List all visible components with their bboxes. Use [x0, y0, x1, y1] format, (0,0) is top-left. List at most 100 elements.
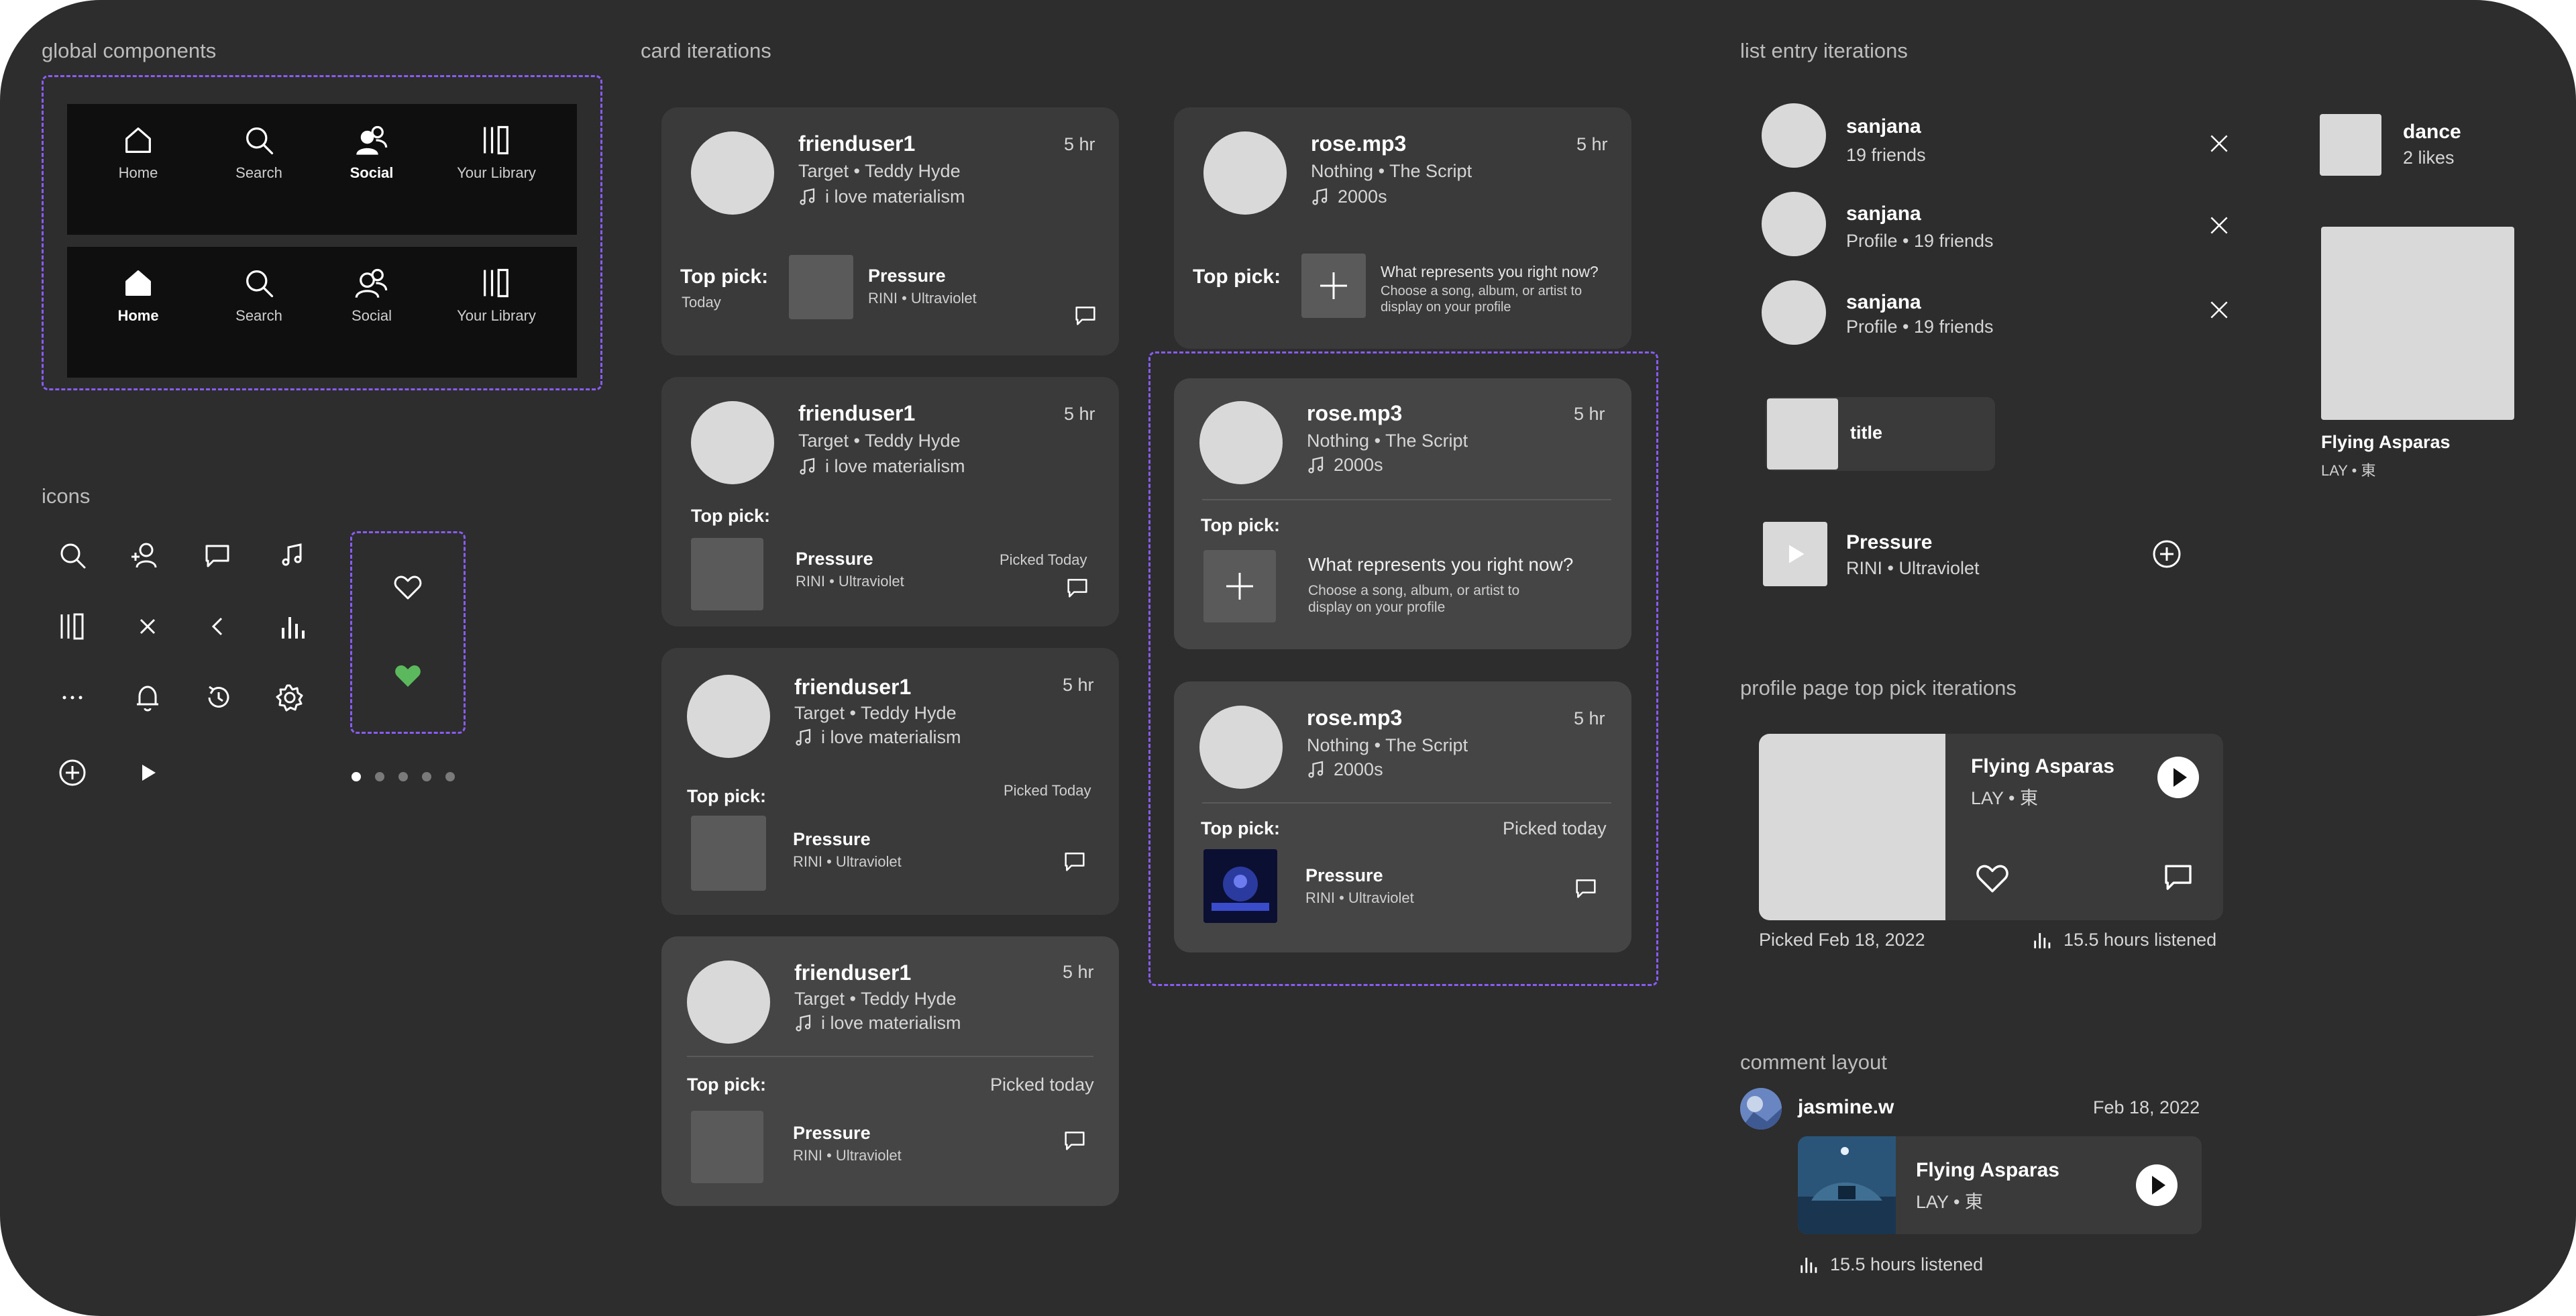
status-text: 2000s [1334, 759, 1383, 779]
album-thumb [789, 255, 853, 319]
status-text: 2000s [1338, 186, 1387, 207]
track-info: Target • Teddy Hyde [794, 703, 957, 723]
pagination-dot[interactable] [422, 772, 431, 781]
album-thumb [691, 538, 763, 610]
activity-card[interactable]: frienduser1 5 hr Target • Teddy Hyde i l… [661, 936, 1119, 1206]
nav-library[interactable]: Your Library [429, 104, 564, 182]
comment-icon[interactable] [1061, 848, 1088, 875]
avatar [1762, 192, 1826, 256]
status-text: i love materialism [821, 1013, 961, 1033]
album-art-image [1203, 849, 1277, 923]
track-info: Target • Teddy Hyde [798, 161, 961, 181]
activity-card[interactable]: frienduser1 5 hr Target • Teddy Hyde i l… [661, 377, 1119, 626]
comment-date: Feb 18, 2022 [2093, 1097, 2200, 1117]
play-button[interactable] [2136, 1164, 2178, 1206]
entry-thumb [1767, 398, 1838, 470]
comment-icon[interactable] [1072, 302, 1099, 329]
activity-card[interactable]: rose.mp3 5 hr Nothing • The Script 2000s… [1174, 378, 1631, 649]
song-title: Pressure [868, 266, 946, 286]
song-title: Pressure [793, 829, 871, 849]
activity-card[interactable]: rose.mp3 5 hr Nothing • The Script 2000s… [1174, 681, 1631, 952]
comment-icon[interactable] [1061, 1127, 1088, 1154]
section-title-card-iterations: card iterations [641, 39, 771, 62]
pagination-dot[interactable] [375, 772, 384, 781]
friend-name[interactable]: sanjana [1846, 203, 1921, 225]
music-note-icon [1308, 761, 1324, 778]
history-icon [203, 681, 235, 714]
dance-thumb[interactable] [2320, 114, 2381, 176]
nav-social[interactable]: Social [305, 104, 439, 182]
close-icon[interactable] [2206, 212, 2233, 239]
username: frienduser1 [798, 131, 916, 156]
nav-social-label: Social [352, 307, 392, 324]
home-icon [125, 127, 151, 153]
top-pick-title: Flying Asparas [1971, 755, 2114, 777]
activity-card[interactable]: frienduser1 5 hr Target • Teddy Hyde i l… [661, 648, 1119, 915]
track-thumb[interactable] [1763, 522, 1827, 586]
top-pick-label: Top pick: [691, 506, 770, 526]
nav-library-label: Your Library [457, 164, 536, 181]
timestamp: 5 hr [1576, 134, 1608, 154]
comment-username[interactable]: jasmine.w [1798, 1096, 1894, 1119]
friend-name[interactable]: sanjana [1846, 291, 1921, 314]
comment-album-art [1798, 1136, 1896, 1234]
activity-card[interactable]: frienduser1 5 hr Target • Teddy Hyde i l… [661, 107, 1119, 355]
add-circle-icon[interactable] [2151, 538, 2183, 570]
dance-likes: 2 likes [2403, 148, 2455, 168]
activity-card[interactable]: rose.mp3 5 hr Nothing • The Script 2000s… [1174, 107, 1631, 349]
comment-icon[interactable] [1064, 574, 1091, 601]
album-tile-subtitle: LAY • 東 [2321, 462, 2376, 479]
section-title-global-components: global components [42, 39, 217, 62]
section-title-profile-top-pick: profile page top pick iterations [1740, 676, 2017, 700]
section-title-icons: icons [42, 484, 91, 508]
track-info: Target • Teddy Hyde [794, 989, 957, 1009]
pagination-dot[interactable] [445, 772, 455, 781]
comment-track-card[interactable]: Flying Asparas LAY • 東 [1798, 1136, 2202, 1234]
friend-subtitle: Profile • 19 friends [1846, 231, 1994, 251]
heart-outline-icon[interactable] [1974, 860, 2011, 897]
nav-library[interactable]: Your Library [429, 247, 564, 325]
avatar [1199, 401, 1283, 484]
home-icon [125, 270, 151, 296]
top-pick-label: Top pick: [1201, 515, 1280, 535]
timestamp: 5 hr [1063, 962, 1094, 982]
close-icon[interactable] [2206, 130, 2233, 157]
top-pick-date: Today [682, 294, 721, 311]
friend-name[interactable]: sanjana [1846, 115, 1921, 138]
pagination-dot[interactable] [398, 772, 408, 781]
section-title-list-entry-iterations: list entry iterations [1740, 39, 1908, 62]
song-title: Pressure [793, 1123, 871, 1143]
track-title: Pressure [1846, 531, 1933, 553]
comment-hours-listened: 15.5 hours listened [1830, 1254, 1984, 1274]
comment-icon[interactable] [2160, 859, 2196, 895]
comment-icon[interactable] [1572, 875, 1599, 901]
album-tile-cover[interactable] [2321, 227, 2514, 420]
settings-icon [274, 681, 306, 714]
nav-library-label: Your Library [457, 307, 536, 324]
comment-track-artist: LAY • 東 [1916, 1192, 1983, 1212]
song-title: Pressure [1305, 865, 1383, 885]
add-top-pick-button[interactable] [1203, 550, 1276, 622]
track-artist: RINI • Ultraviolet [1846, 558, 1980, 578]
profile-top-pick-card[interactable]: Flying Asparas LAY • 東 [1759, 734, 2223, 920]
prompt-title: What represents you right now? [1308, 554, 1574, 575]
top-pick-label: Top pick: [1201, 818, 1280, 838]
add-top-pick-button[interactable] [1301, 254, 1366, 318]
nav-bar-home-active: Home Search Social Your Library [67, 247, 577, 378]
stats-icon [278, 610, 310, 643]
nav-home[interactable]: Home [71, 247, 205, 325]
nav-home[interactable]: Home [71, 104, 205, 182]
music-note-icon [800, 457, 815, 475]
album-thumb [691, 816, 766, 891]
play-button[interactable] [2157, 757, 2199, 798]
close-icon[interactable] [2206, 296, 2233, 323]
track-info: Nothing • The Script [1307, 431, 1468, 451]
avatar [1199, 706, 1283, 789]
song-title: Pressure [796, 549, 873, 569]
top-pick-label: Top pick: [680, 266, 769, 288]
nav-social[interactable]: Social [305, 247, 439, 325]
pagination-dot-active[interactable] [352, 772, 361, 781]
title-list-entry[interactable]: title [1766, 397, 1995, 471]
album-tile-title: Flying Asparas [2321, 432, 2451, 452]
stats-icon [1801, 1258, 1817, 1273]
